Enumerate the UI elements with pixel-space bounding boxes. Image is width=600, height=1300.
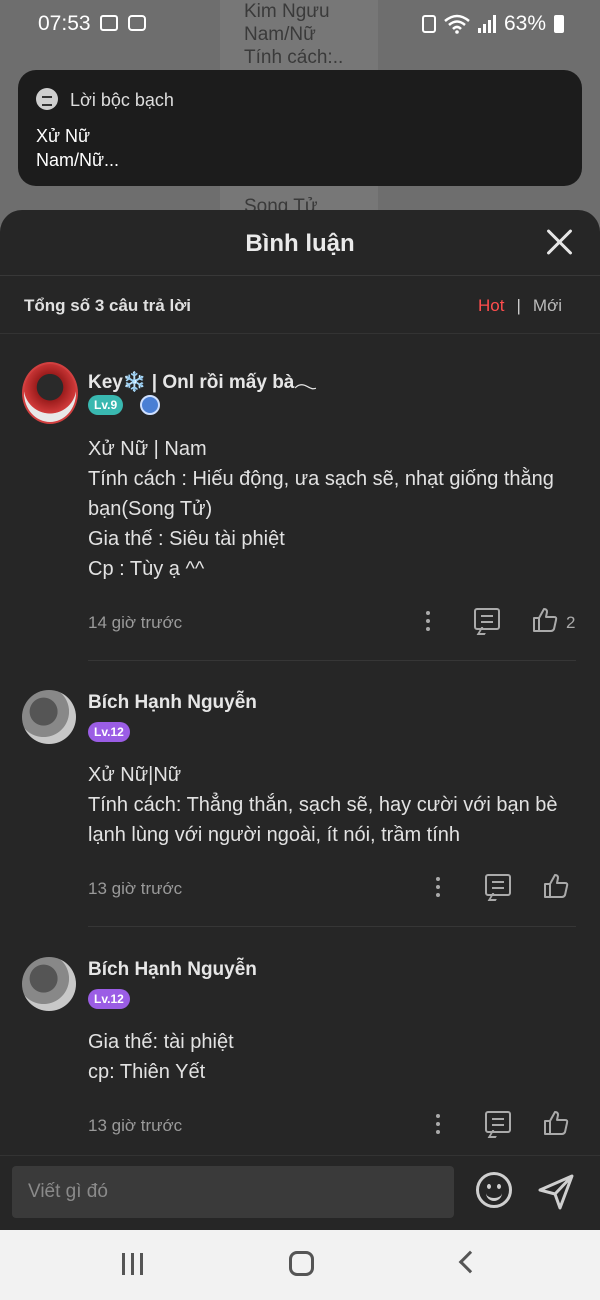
comment-line: Gia thế : Siêu tài phiệt [88, 528, 285, 550]
signal-icon [477, 15, 496, 33]
level-badge: Lv.12 [88, 989, 130, 1009]
back-icon[interactable] [458, 1250, 482, 1274]
comment-line: Xử Nữ | Nam [88, 438, 207, 460]
comment-line: Tính cách: Thẳng thắn, sạch sẽ, hay cười… [88, 794, 558, 846]
system-nav-bar [0, 1230, 600, 1300]
comment-line: Gia thế: tài phiệt [88, 1031, 234, 1053]
avatar[interactable] [22, 690, 76, 744]
reply-icon[interactable] [485, 874, 511, 896]
comment-time: 14 giờ trước [88, 613, 183, 632]
total-replies: Tổng số 3 câu trả lời [24, 296, 192, 315]
comment-input-bar [0, 1155, 600, 1230]
level-badge: Lv.12 [88, 722, 130, 742]
status-bar: 07:53 63% [0, 0, 600, 48]
comment-text: Gia thế: tài phiệt cp: Thiên Yết [88, 1027, 576, 1087]
avatar[interactable] [22, 957, 76, 1011]
gallery-icon [100, 15, 118, 31]
level-badge: Lv.9 [88, 395, 124, 415]
sort-tabs: Hot | Mới [478, 296, 562, 316]
avatar[interactable] [22, 362, 78, 424]
divider [88, 660, 576, 661]
battery-icon [554, 15, 564, 33]
send-icon[interactable] [536, 1172, 576, 1212]
wifi-icon [444, 14, 470, 34]
notification-line: Xử Nữ [36, 126, 91, 146]
comments-subbar: Tổng số 3 câu trả lời Hot | Mới [0, 276, 600, 334]
more-icon[interactable] [425, 611, 431, 633]
notification-line: Nam/Nữ... [36, 150, 120, 170]
comment-input[interactable] [12, 1166, 454, 1218]
comment-text: Xử Nữ | Nam Tính cách : Hiếu động, ưa sạ… [88, 434, 576, 584]
emoji-icon[interactable] [476, 1172, 512, 1208]
more-icon[interactable] [435, 877, 441, 899]
comment-username[interactable]: Bích Hạnh Nguyễn [88, 692, 257, 714]
comment-line: Tính cách : Hiếu động, ưa sạch sẽ, nhạt … [88, 468, 554, 520]
comment-time: 13 giờ trước [88, 879, 183, 898]
tab-hot[interactable]: Hot [478, 296, 504, 316]
more-icon[interactable] [435, 1114, 441, 1136]
battery-saver-icon [421, 15, 436, 33]
status-right: 63% [421, 12, 564, 36]
sheet-header: Bình luận [0, 210, 600, 276]
notification-card[interactable]: Lời bộc bạch Xử Nữ Nam/Nữ... [18, 70, 582, 186]
like-icon[interactable] [531, 606, 559, 634]
verified-badge-icon [140, 395, 160, 415]
tab-new[interactable]: Mới [533, 296, 562, 316]
tab-separator: | [516, 296, 521, 315]
battery-percent: 63% [503, 12, 546, 35]
like-icon[interactable] [542, 1109, 570, 1137]
comment-username[interactable]: Key❄️ | Onl rồi mấy bà𓂃 [88, 364, 317, 395]
comment-line: Xử Nữ|Nữ [88, 764, 182, 786]
sheet-title: Bình luận [245, 230, 355, 257]
comment-line: cp: Thiên Yết [88, 1061, 206, 1083]
comment-line: Cp : Tùy ạ ^^ [88, 558, 205, 580]
notification-app-name: Lời bộc bạch [70, 90, 174, 110]
app-icon [36, 88, 58, 110]
home-icon[interactable] [289, 1251, 314, 1276]
comment-username[interactable]: Bích Hạnh Nguyễn [88, 959, 257, 981]
comment-text: Xử Nữ|Nữ Tính cách: Thẳng thắn, sạch sẽ,… [88, 760, 576, 850]
screen-record-icon [128, 15, 146, 31]
status-time: 07:53 [38, 12, 91, 35]
like-icon[interactable] [542, 872, 570, 900]
close-icon[interactable] [544, 226, 574, 256]
comment-time: 13 giờ trước [88, 1116, 183, 1135]
background-line: Tính cách:.. [244, 47, 344, 68]
reply-icon[interactable] [485, 1111, 511, 1133]
divider [88, 926, 576, 927]
like-count: 2 [566, 613, 576, 632]
recent-apps-icon[interactable] [122, 1253, 146, 1275]
reply-icon[interactable] [474, 608, 500, 630]
